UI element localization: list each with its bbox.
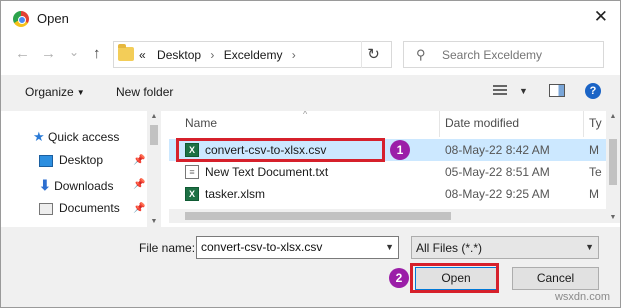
folder-icon <box>118 44 134 61</box>
search-box[interactable]: ⚲ <box>403 41 604 68</box>
search-input[interactable] <box>442 46 597 64</box>
preview-pane-icon[interactable] <box>549 84 565 97</box>
up-arrow-icon[interactable]: ↑ <box>93 45 101 63</box>
dialog-title: Open <box>37 11 69 26</box>
step-marker-1: 1 <box>390 140 410 160</box>
column-divider[interactable] <box>439 111 440 137</box>
address-bar[interactable]: « Desktop › Exceldemy › ▼ <box>113 41 452 68</box>
file-name: tasker.xlsm <box>205 187 266 201</box>
scroll-up-icon[interactable]: ▲ <box>147 113 161 120</box>
organize-label: Organize <box>25 85 74 99</box>
content-area: ★ Quick access Desktop 📌 ⬇ Downloads 📌 D… <box>1 111 620 227</box>
file-type: M <box>589 143 599 157</box>
file-type-select[interactable]: All Files (*.*) ▼ <box>411 236 599 259</box>
pin-icon: 📌 <box>133 203 146 214</box>
file-name-label: File name: <box>139 241 196 255</box>
cancel-button[interactable]: Cancel <box>512 267 599 290</box>
file-list-vertical-scrollbar[interactable]: ▲ ▼ <box>606 111 620 223</box>
file-date: 08-May-22 8:42 AM <box>445 143 550 157</box>
scrollbar-thumb[interactable] <box>185 212 451 220</box>
nav-pane-scrollbar[interactable]: ▲ ▼ <box>147 111 161 227</box>
excel-macro-icon: X <box>185 187 199 201</box>
nav-item-downloads[interactable]: ⬇ Downloads <box>39 177 113 194</box>
scrollbar-thumb[interactable] <box>609 139 617 185</box>
chevron-down-icon: ▼ <box>585 242 594 252</box>
file-type: M <box>589 187 599 201</box>
sort-ascending-icon: ^ <box>303 111 308 119</box>
file-row[interactable]: ≡ New Text Document.txt 05-May-22 8:51 A… <box>169 161 620 183</box>
chevron-down-icon: ▼ <box>76 88 85 98</box>
breadcrumb-desktop[interactable]: Desktop <box>157 48 201 62</box>
watermark: wsxdn.com <box>554 291 610 303</box>
search-icon: ⚲ <box>416 47 426 62</box>
column-divider[interactable] <box>583 111 584 137</box>
breadcrumb-overflow[interactable]: « <box>139 48 146 62</box>
chevron-right-icon[interactable]: › <box>292 48 296 62</box>
pin-icon: 📌 <box>133 179 146 190</box>
recent-locations-icon[interactable]: ⌄ <box>69 43 79 61</box>
star-icon: ★ <box>33 129 45 144</box>
forward-arrow-icon[interactable]: → <box>41 45 56 63</box>
organize-button[interactable]: Organize ▼ <box>25 85 85 99</box>
step-marker-2: 2 <box>389 268 409 288</box>
file-date: 08-May-22 9:25 AM <box>445 187 550 201</box>
file-name-combobox[interactable]: ▼ <box>196 236 399 259</box>
chrome-app-icon <box>13 11 29 27</box>
help-icon[interactable]: ? <box>585 83 601 99</box>
file-name-input[interactable] <box>201 240 377 254</box>
nav-item-label: Desktop <box>59 153 104 167</box>
documents-icon <box>39 202 53 215</box>
nav-item-desktop[interactable]: Desktop <box>39 153 103 167</box>
close-button[interactable]: ✕ <box>594 7 608 27</box>
back-arrow-icon[interactable]: ← <box>15 45 30 63</box>
nav-item-label: Quick access <box>48 130 120 144</box>
downloads-icon: ⬇ <box>39 177 51 193</box>
chevron-down-icon[interactable]: ▼ <box>385 242 394 252</box>
scrollbar-thumb[interactable] <box>150 125 158 145</box>
title-bar: Open ✕ <box>1 1 620 35</box>
file-date: 05-May-22 8:51 AM <box>445 165 550 179</box>
chevron-right-icon: › <box>210 48 215 62</box>
view-list-icon[interactable] <box>493 85 507 97</box>
file-type-value: All Files (*.*) <box>416 241 483 255</box>
dialog-footer: File name: ▼ All Files (*.*) ▼ Open Canc… <box>1 227 620 307</box>
file-type: Te <box>589 165 602 179</box>
desktop-icon <box>39 154 53 167</box>
command-bar: Organize ▼ New folder ▼ ? <box>1 75 620 111</box>
refresh-button[interactable]: ↻ <box>361 41 385 68</box>
breadcrumb-exceldemy[interactable]: Exceldemy <box>224 48 283 62</box>
navigation-bar: ← → ⌄ ↑ « Desktop › Exceldemy › ▼ ↻ ⚲ <box>1 35 620 75</box>
file-name: New Text Document.txt <box>205 165 329 179</box>
scroll-down-icon[interactable]: ▼ <box>606 214 620 221</box>
highlight-box-file <box>176 138 385 162</box>
file-row[interactable]: X tasker.xlsm 08-May-22 9:25 AM M <box>169 183 620 205</box>
navigation-pane: ★ Quick access Desktop 📌 ⬇ Downloads 📌 D… <box>1 111 163 227</box>
scroll-up-icon[interactable]: ▲ <box>606 113 620 120</box>
new-folder-button[interactable]: New folder <box>116 85 173 99</box>
nav-item-quick-access[interactable]: ★ Quick access <box>33 129 119 145</box>
scroll-down-icon[interactable]: ▼ <box>147 218 161 225</box>
breadcrumb: « Desktop › Exceldemy › <box>139 48 302 62</box>
open-dialog: Open ✕ ← → ⌄ ↑ « Desktop › Exceldemy › ▼… <box>0 0 621 308</box>
file-list-horizontal-scrollbar[interactable] <box>169 209 606 223</box>
highlight-box-open <box>410 263 499 293</box>
nav-item-label: Documents <box>59 201 120 215</box>
nav-item-label: Downloads <box>54 179 114 193</box>
text-file-icon: ≡ <box>185 165 199 179</box>
nav-item-documents[interactable]: Documents <box>39 201 120 215</box>
pin-icon: 📌 <box>133 155 146 166</box>
chevron-down-icon[interactable]: ▼ <box>519 86 528 96</box>
